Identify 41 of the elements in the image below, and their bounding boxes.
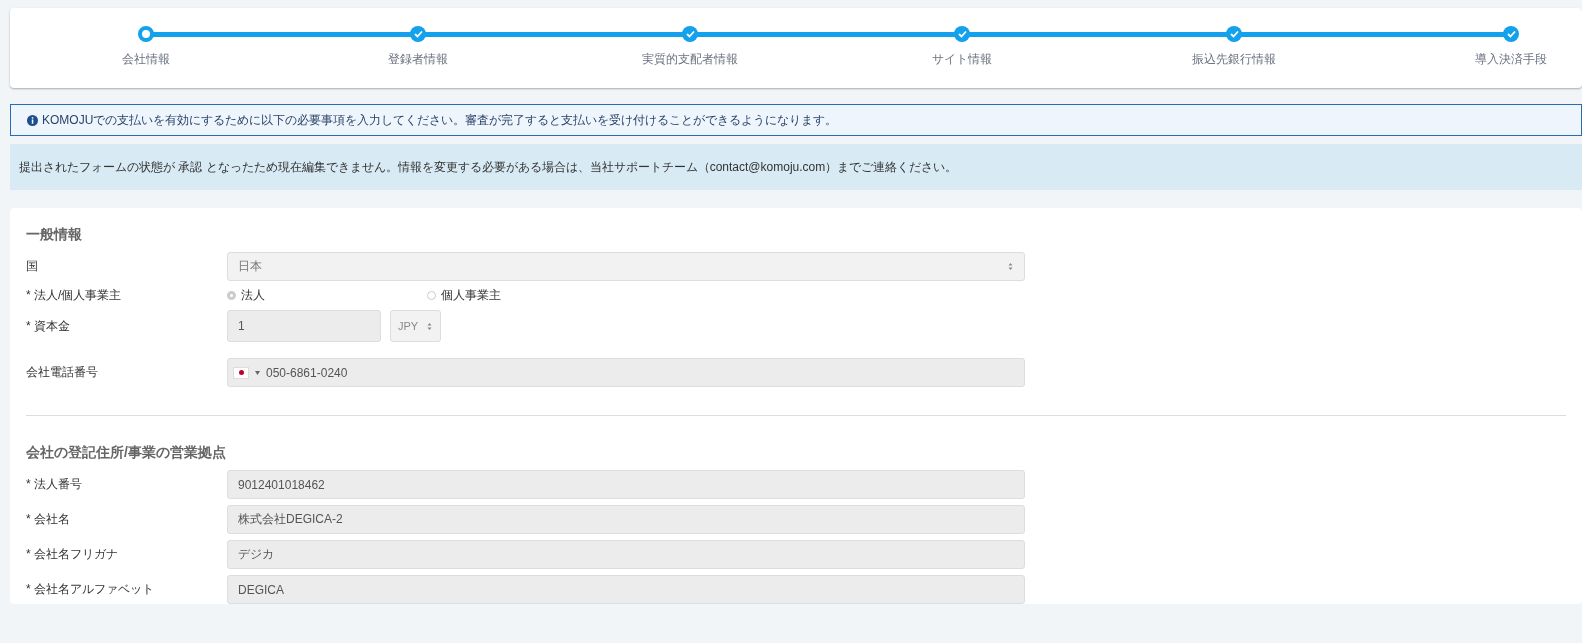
section-title: 一般情報 xyxy=(26,226,83,244)
step-label: 実質的支配者情報 xyxy=(642,51,738,68)
radio-button[interactable] xyxy=(427,291,436,300)
check-icon xyxy=(685,30,695,38)
field-label: 国 xyxy=(26,258,39,275)
field-label: * 法人番号 xyxy=(26,476,83,493)
step-label: 会社情報 xyxy=(122,51,170,68)
text-field[interactable]: 株式会社DEGICA-2 xyxy=(227,505,1025,534)
check-icon xyxy=(957,30,967,38)
caret-icon xyxy=(255,370,260,375)
section-title: 会社の登記住所/事業の営業拠点 xyxy=(26,444,227,462)
field-label: * 法人/個人事業主 xyxy=(26,287,123,304)
text-field[interactable]: デジカ xyxy=(227,540,1025,569)
step-label: 振込先銀行情報 xyxy=(1192,51,1276,68)
japan-flag-icon xyxy=(233,366,249,379)
alert-text: 提出されたフォームの状態が 承認 となったため現在編集できません。情報を変更する必要がある場合は、当社サポートチーム（contact@komoju.com）までご連絡ください。 xyxy=(19,158,958,176)
step-label: 導入決済手段 xyxy=(1475,51,1547,68)
amount-field[interactable]: 1 xyxy=(227,310,381,342)
radio-label: 法人 xyxy=(241,287,265,304)
radio-label: 個人事業主 xyxy=(441,287,501,304)
check-icon xyxy=(413,30,423,38)
phone-field[interactable]: 050-6861-0240 xyxy=(227,358,1025,387)
field-label: * 会社名アルファベット xyxy=(26,581,155,598)
field-label: 会社電話番号 xyxy=(26,364,99,381)
radio-button[interactable] xyxy=(227,291,236,300)
check-icon xyxy=(1229,30,1239,38)
field-label: * 資本金 xyxy=(26,317,71,335)
sort-arrows-icon xyxy=(1007,262,1014,271)
field-label: * 会社名フリガナ xyxy=(26,546,119,563)
radio-option[interactable]: 法人 xyxy=(227,287,427,304)
step-label: サイト情報 xyxy=(932,51,992,68)
sort-arrows-icon xyxy=(426,321,433,331)
check-icon xyxy=(1506,30,1516,38)
text-field[interactable]: DEGICA xyxy=(227,575,1025,604)
step-label: 登録者情報 xyxy=(388,51,448,68)
radio-option[interactable]: 個人事業主 xyxy=(427,287,627,304)
text-field[interactable]: 9012401018462 xyxy=(227,470,1025,499)
country-select[interactable]: 日本 xyxy=(227,252,1025,281)
field-label: * 会社名 xyxy=(26,511,71,528)
info-text: KOMOJUでの支払いを有効にするために以下の必要事項を入力してください。審査が完了すると支払いを受け付けることができるようになります。 xyxy=(42,111,838,129)
info-icon xyxy=(27,114,38,126)
